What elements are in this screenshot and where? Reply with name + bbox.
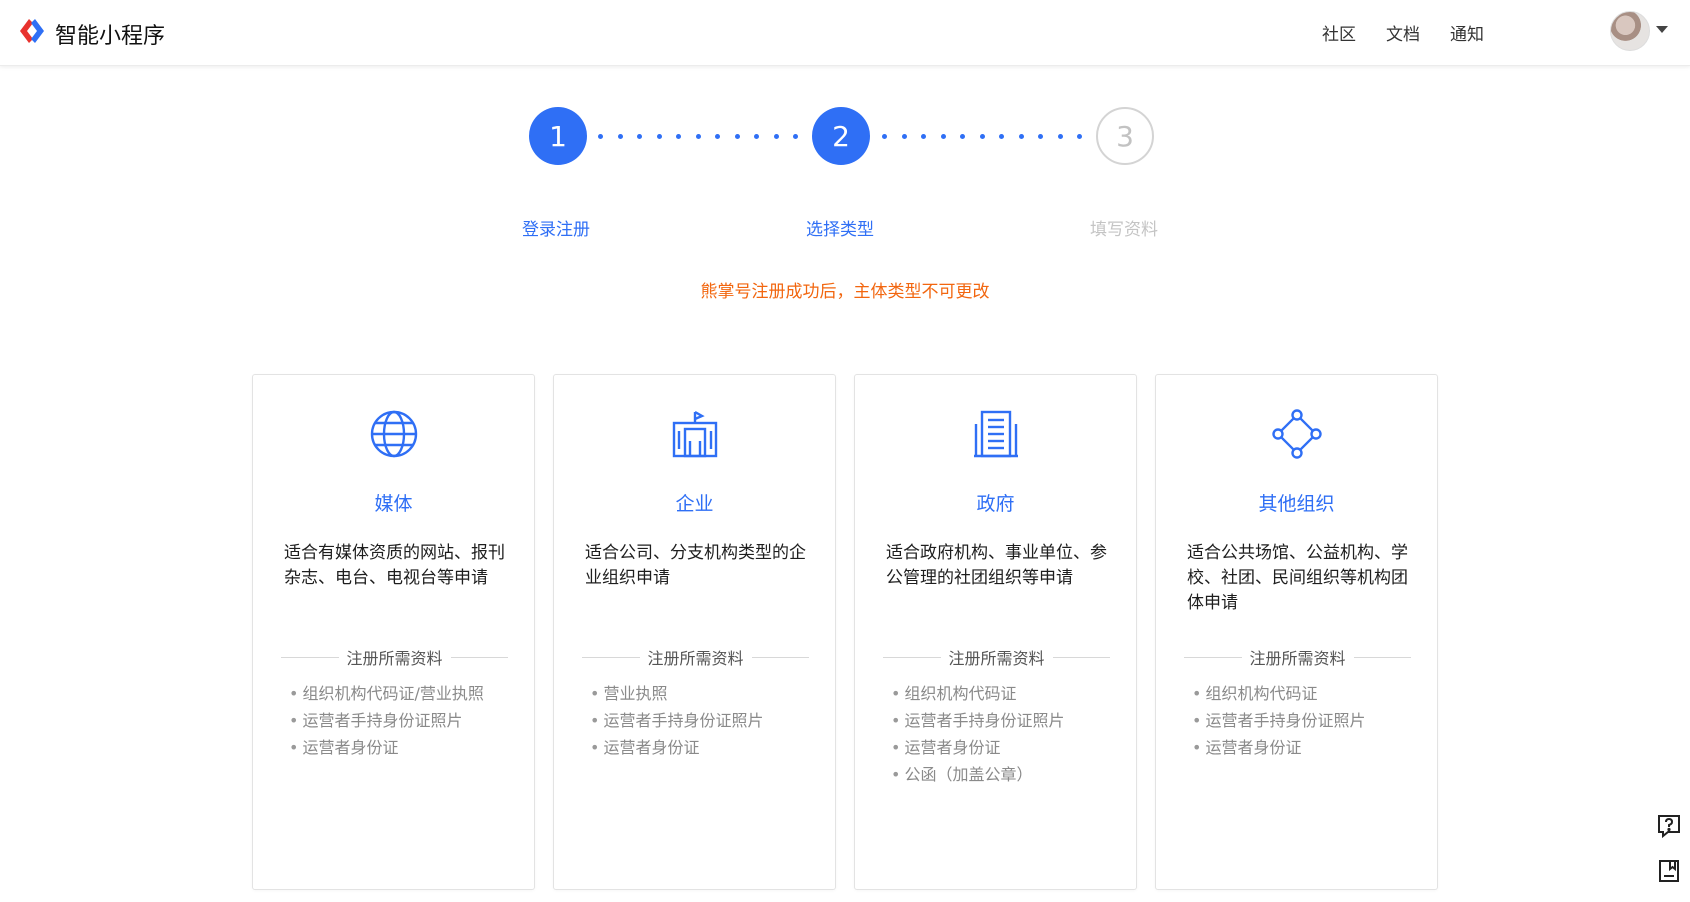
step-3-label: 填写资料 [1090,220,1158,240]
requirements-heading: 注册所需资料 [574,645,817,669]
top-header: 智能小程序 社区 文档 通知 [0,0,1690,66]
card-media[interactable]: 媒体 适合有媒体资质的网站、报刊杂志、电台、电视台等申请 注册所需资料 组织机构… [252,374,535,890]
card-description: 适合公共场馆、公益机构、学校、社团、民间组织等机构团体申请 [1187,543,1408,613]
list-item: 运营者身份证 [289,734,484,761]
list-item: 运营者手持身份证照片 [891,707,1064,734]
avatar[interactable] [1610,11,1650,51]
step-connector-1 [598,133,798,139]
list-item: 组织机构代码证/营业执照 [289,680,483,707]
list-item: 公函（加盖公章） [891,761,1064,788]
card-government[interactable]: 政府 适合政府机构、事业单位、参公管理的社团组织等申请 注册所需资料 组织机构代… [854,374,1137,890]
list-item: 运营者身份证 [590,734,763,761]
card-description: 适合有媒体资质的网站、报刊杂志、电台、电视台等申请 [284,543,505,588]
requirements-heading: 注册所需资料 [875,645,1118,669]
card-title: 政府 [976,493,1015,515]
step-connector-2 [882,133,1082,139]
requirements-list: 组织机构代码证 运营者手持身份证照片 运营者身份证 [1192,680,1365,761]
card-title: 企业 [675,493,714,515]
logo-icon[interactable] [17,16,47,46]
nav-community[interactable]: 社区 [1322,20,1356,45]
list-item: 运营者身份证 [1192,734,1365,761]
company-building-icon [672,410,718,458]
card-other-organization[interactable]: 其他组织 适合公共场馆、公益机构、学校、社团、民间组织等机构团体申请 注册所需资… [1155,374,1438,890]
step-1-circle: 1 [529,107,587,165]
type-change-warning: 熊掌号注册成功后，主体类型不可更改 [700,282,990,302]
card-description: 适合政府机构、事业单位、参公管理的社团组织等申请 [886,543,1107,588]
requirements-heading: 注册所需资料 [273,645,516,669]
globe-icon [370,410,418,458]
network-nodes-icon [1272,409,1322,459]
nav-notifications[interactable]: 通知 [1450,20,1484,45]
requirements-list: 营业执照 运营者手持身份证照片 运营者身份证 [590,680,763,761]
card-title: 媒体 [374,493,413,515]
chevron-down-icon[interactable] [1656,26,1668,33]
list-item: 运营者身份证 [891,734,1064,761]
list-item: 运营者手持身份证照片 [289,707,484,734]
step-1-label: 登录注册 [522,220,590,240]
step-2-label: 选择类型 [806,220,874,240]
list-item: 组织机构代码证 [891,680,1064,707]
list-item: 营业执照 [590,680,763,707]
feedback-icon[interactable] [1656,858,1682,884]
list-item: 运营者手持身份证照片 [1192,707,1365,734]
help-icon[interactable] [1656,813,1682,839]
requirements-heading: 注册所需资料 [1176,645,1419,669]
card-title: 其他组织 [1258,493,1335,515]
list-item: 组织机构代码证 [1192,680,1365,707]
list-item: 运营者手持身份证照片 [590,707,763,734]
card-enterprise[interactable]: 企业 适合公司、分支机构类型的企业组织申请 注册所需资料 营业执照 运营者手持身… [553,374,836,890]
step-3-circle: 3 [1096,107,1154,165]
nav-docs[interactable]: 文档 [1386,20,1420,45]
requirements-list: 组织机构代码证 运营者手持身份证照片 运营者身份证 公函（加盖公章） [891,680,1064,788]
step-2-circle: 2 [812,107,870,165]
requirements-list: 组织机构代码证/营业执照 运营者手持身份证照片 运营者身份证 [289,680,484,761]
card-description: 适合公司、分支机构类型的企业组织申请 [585,543,806,588]
government-building-icon [974,410,1018,458]
app-title[interactable]: 智能小程序 [55,18,165,50]
